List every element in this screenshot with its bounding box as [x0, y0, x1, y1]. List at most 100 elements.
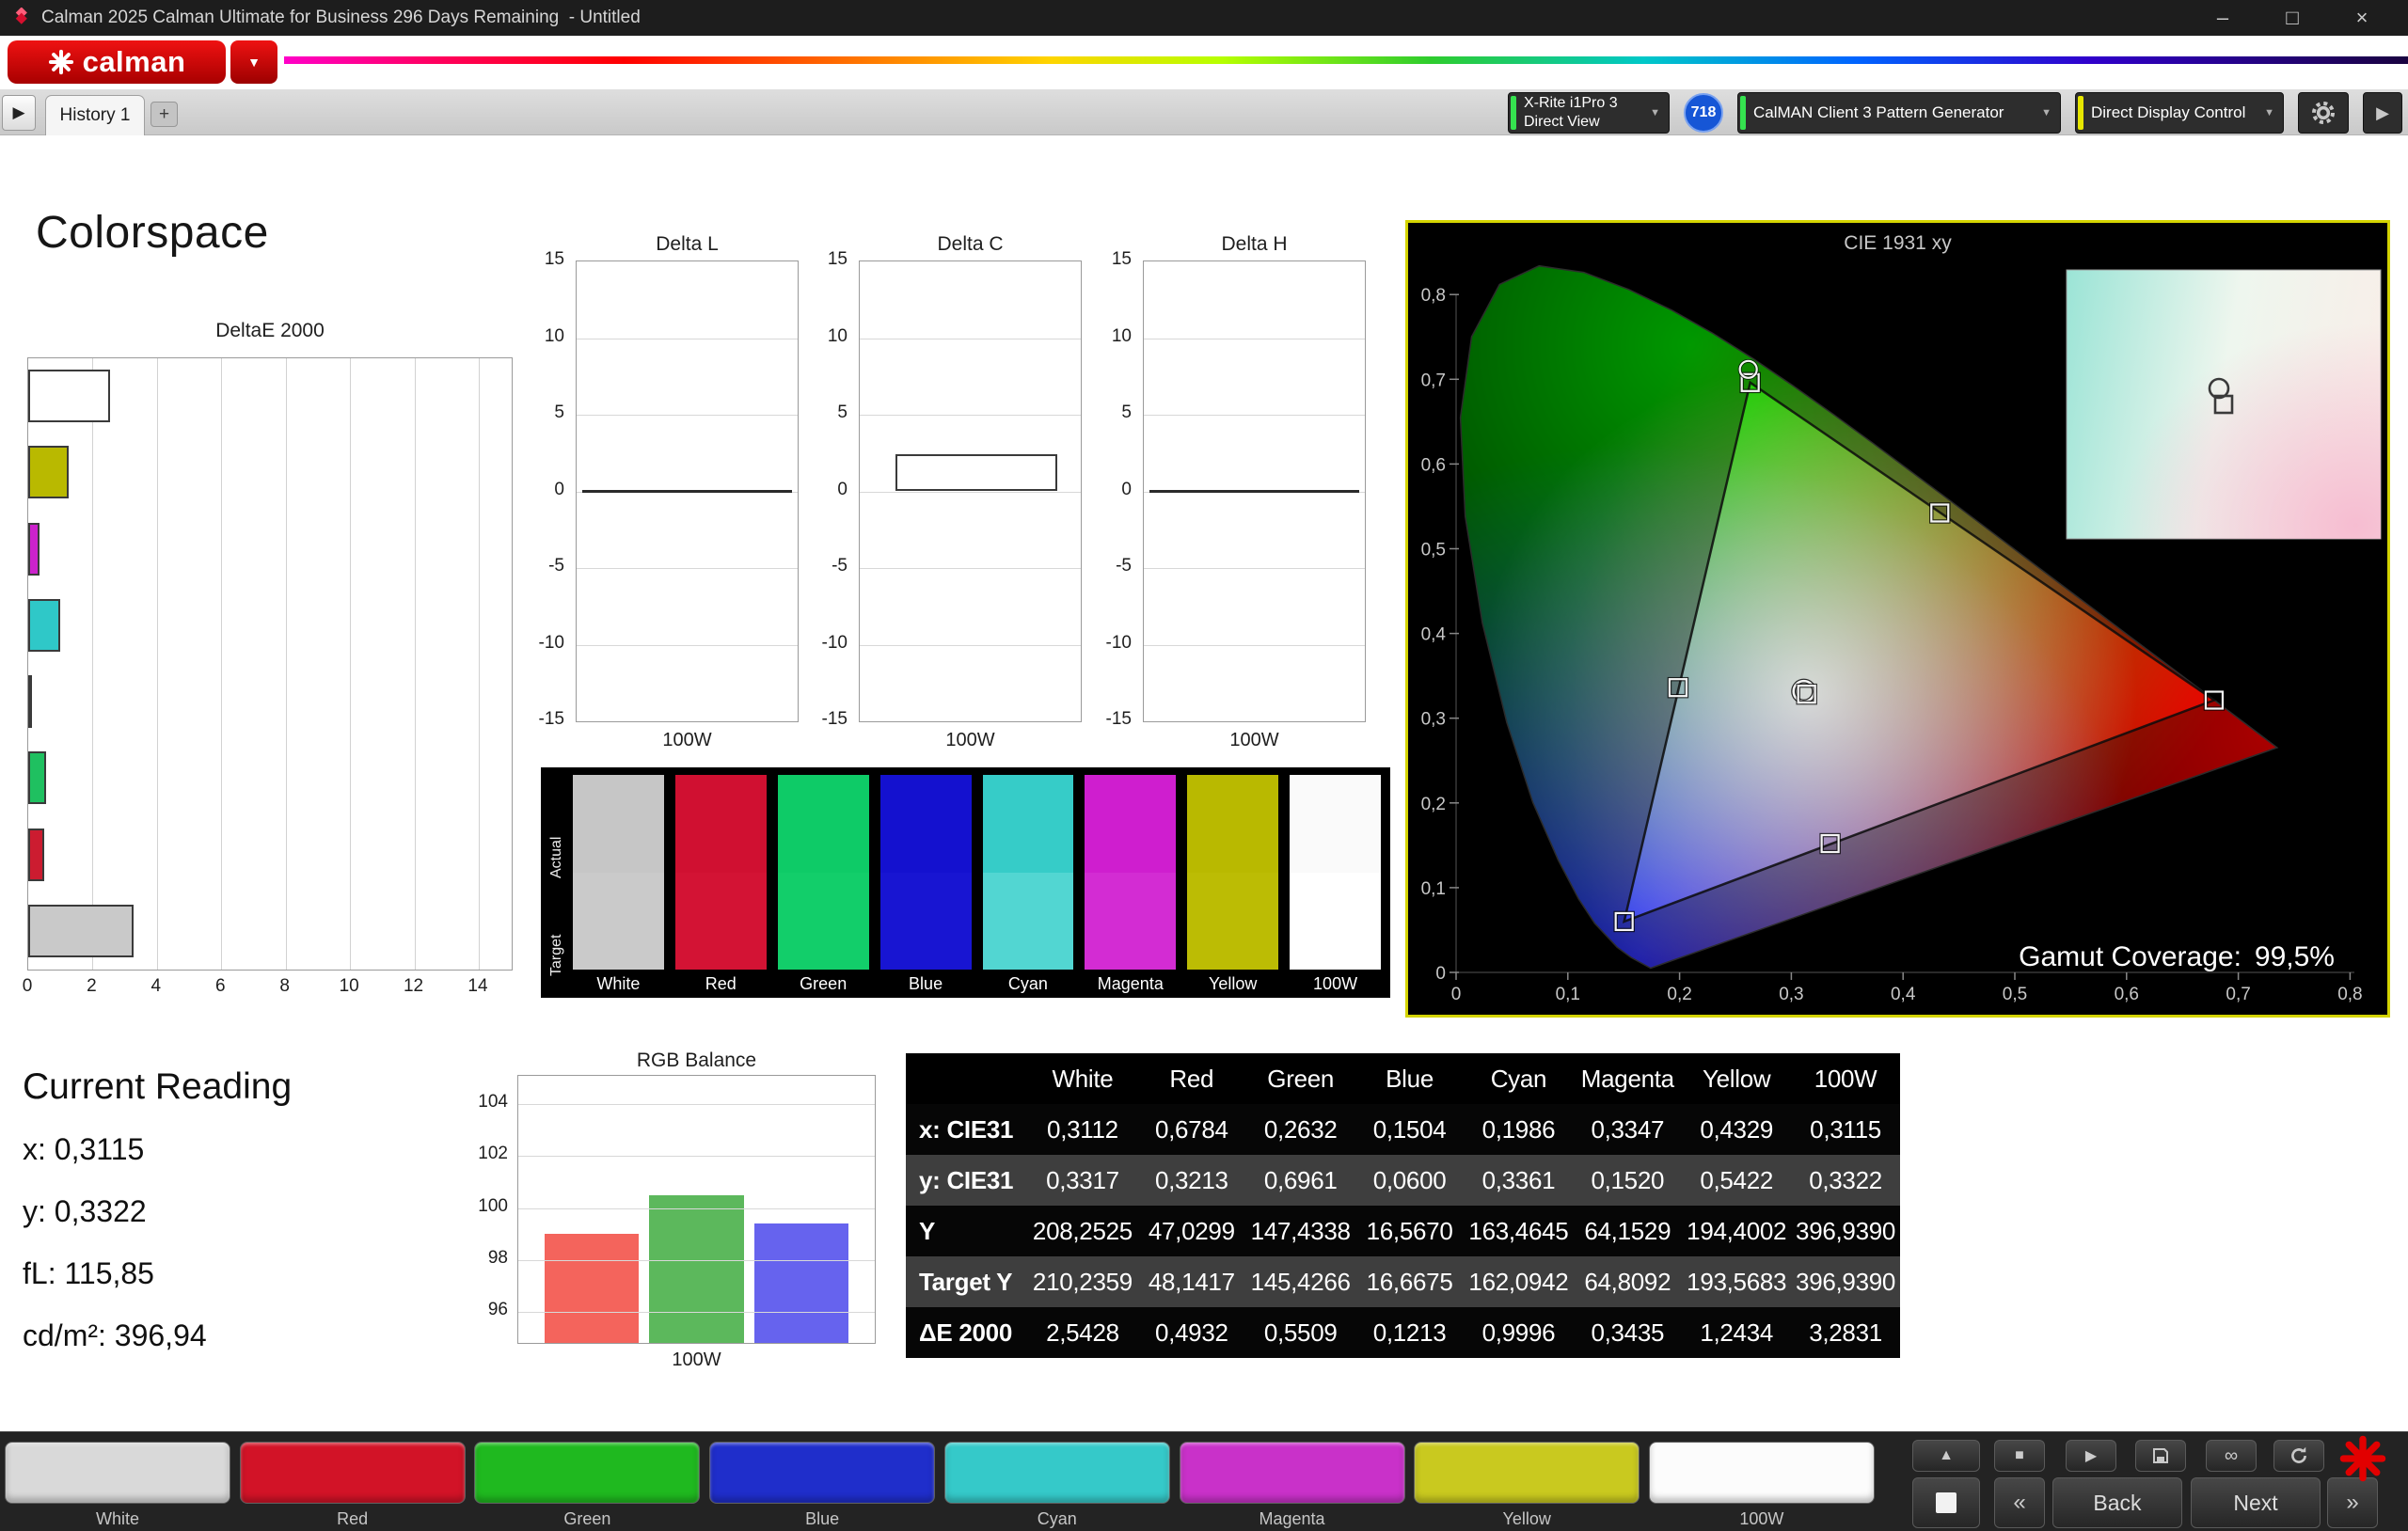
- deltae-bar-green: [28, 751, 46, 804]
- x-tick-label: 14: [467, 976, 487, 997]
- gamut-coverage-value: 99,5%: [2255, 941, 2335, 972]
- x-tick-label: 2: [87, 976, 97, 997]
- svg-text:0,8: 0,8: [2337, 985, 2362, 1004]
- column-header-white: White: [1028, 1053, 1137, 1104]
- gridline: [1144, 415, 1365, 416]
- x-tick-label: 6: [215, 976, 226, 997]
- reading-x: x: 0,3115: [23, 1132, 292, 1167]
- rgb-bar-red: [545, 1234, 639, 1343]
- skip-forward-button[interactable]: »: [2327, 1477, 2378, 1528]
- refresh-icon: [2289, 1445, 2309, 1466]
- table-cell: 64,1529: [1573, 1206, 1682, 1256]
- pattern-window-icon: [1936, 1492, 1956, 1513]
- patch-label-green: Green: [474, 1509, 700, 1529]
- gridline: [221, 358, 222, 970]
- delta-c-plot: [859, 260, 1082, 722]
- actual-swatch: [573, 775, 664, 873]
- column-header-yellow: Yellow: [1682, 1053, 1791, 1104]
- calman-splat-icon: [2338, 1434, 2387, 1483]
- refresh-button[interactable]: [2273, 1440, 2324, 1472]
- next-button[interactable]: Next: [2191, 1477, 2321, 1528]
- gridline: [860, 415, 1081, 416]
- table-corner-cell: [906, 1053, 1028, 1104]
- cie-diagram-svg: 00,10,20,30,40,50,60,70,800,10,20,30,40,…: [1408, 223, 2387, 1015]
- table-cell: 0,2632: [1246, 1104, 1355, 1155]
- display-control-dropdown[interactable]: Direct Display Control ▼: [2075, 92, 2284, 134]
- table-cell: 1,2434: [1682, 1307, 1791, 1358]
- tab-bar: ▶ History 1 + X-Rite i1Pro 3 Direct View…: [0, 89, 2408, 135]
- toolbar-collapse-button[interactable]: ▶: [2363, 92, 2402, 134]
- play-button[interactable]: ▶: [2066, 1440, 2116, 1472]
- row-label: y: CIE31: [906, 1155, 1028, 1206]
- pattern-up-button[interactable]: ▲: [1912, 1440, 1980, 1472]
- actual-swatch: [675, 775, 767, 873]
- column-header-red: Red: [1137, 1053, 1246, 1104]
- double-chevron-right-icon: »: [2346, 1490, 2358, 1516]
- table-cell: 2,5428: [1028, 1307, 1137, 1358]
- table-cell: 64,8092: [1573, 1256, 1682, 1307]
- table-cell: 208,2525: [1028, 1206, 1137, 1256]
- svg-text:0,7: 0,7: [2226, 985, 2250, 1004]
- logo-bar: calman ▼: [0, 36, 2408, 89]
- delta-h-title: Delta H: [1143, 233, 1366, 256]
- x-tick-label: 0: [23, 976, 33, 997]
- loop-button[interactable]: ∞: [2206, 1440, 2257, 1472]
- delta-h-xlabel: 100W: [1143, 730, 1366, 751]
- deltae-bar-blue: [28, 675, 32, 728]
- logo-menu-button[interactable]: ▼: [230, 40, 277, 84]
- y-tick-label: 96: [463, 1300, 508, 1320]
- pattern-patch-green[interactable]: [474, 1442, 700, 1504]
- play-icon: ▶: [2085, 1446, 2097, 1465]
- deltae-bar-magenta: [28, 523, 40, 576]
- target-swatch: [778, 873, 869, 971]
- pattern-patch-blue[interactable]: [709, 1442, 935, 1504]
- calman-logo[interactable]: calman: [8, 40, 226, 84]
- meter-count-badge[interactable]: 718: [1684, 93, 1723, 133]
- pattern-patch-yellow[interactable]: [1414, 1442, 1640, 1504]
- y-tick-label: -5: [802, 556, 848, 576]
- pattern-generator-label: CalMAN Client 3 Pattern Generator: [1753, 103, 2004, 122]
- add-tab-button[interactable]: +: [150, 102, 178, 127]
- current-reading-title: Current Reading: [23, 1066, 292, 1108]
- rgb-balance-title: RGB Balance: [517, 1050, 876, 1072]
- actual-swatch: [778, 775, 869, 873]
- pattern-patch-100w[interactable]: [1649, 1442, 1875, 1504]
- maximize-button[interactable]: □: [2258, 0, 2327, 36]
- pattern-generator-dropdown[interactable]: CalMAN Client 3 Pattern Generator ▼: [1737, 92, 2061, 134]
- stop-button[interactable]: ■: [1994, 1440, 2045, 1472]
- meter-mode: Direct View: [1524, 113, 1618, 132]
- pattern-patch-cyan[interactable]: [944, 1442, 1170, 1504]
- delta-c-title: Delta C: [859, 233, 1082, 256]
- y-tick-label: 15: [519, 249, 564, 270]
- delta-value-bar: [895, 454, 1057, 491]
- skip-back-button[interactable]: «: [1994, 1477, 2045, 1528]
- double-chevron-left-icon: «: [2013, 1490, 2025, 1516]
- table-cell: 0,1213: [1355, 1307, 1465, 1358]
- save-button[interactable]: [2135, 1440, 2186, 1472]
- target-swatch: [1187, 873, 1278, 971]
- meter-dropdown[interactable]: X-Rite i1Pro 3 Direct View ▼: [1508, 92, 1670, 134]
- gridline: [92, 358, 93, 970]
- x-tick-label: 10: [340, 976, 359, 997]
- gridline: [518, 1156, 875, 1157]
- settings-gear-button[interactable]: [2298, 92, 2349, 134]
- tab-history-1[interactable]: History 1: [45, 95, 145, 135]
- table-cell: 0,3213: [1137, 1155, 1246, 1206]
- minimize-button[interactable]: –: [2188, 0, 2258, 36]
- window-title: Calman 2025 Calman Ultimate for Business…: [41, 8, 641, 28]
- colorspace-workspace: Colorspace DeltaE 2000 02468101214 Delta…: [0, 135, 2408, 1431]
- delta-c-xlabel: 100W: [859, 730, 1082, 751]
- pattern-patch-red[interactable]: [240, 1442, 466, 1504]
- app-icon: [11, 8, 32, 28]
- pattern-patch-white[interactable]: [5, 1442, 230, 1504]
- table-cell: 0,1986: [1465, 1104, 1574, 1155]
- chevron-down-icon: ▼: [247, 55, 261, 70]
- pattern-window-button[interactable]: [1912, 1477, 1980, 1528]
- svg-text:0,6: 0,6: [2115, 985, 2139, 1004]
- svg-text:0,3: 0,3: [1421, 710, 1446, 730]
- panel-expand-button[interactable]: ▶: [2, 95, 36, 131]
- table-cell: 145,4266: [1246, 1256, 1355, 1307]
- pattern-patch-magenta[interactable]: [1180, 1442, 1405, 1504]
- back-button[interactable]: Back: [2052, 1477, 2182, 1528]
- close-button[interactable]: ×: [2327, 0, 2397, 36]
